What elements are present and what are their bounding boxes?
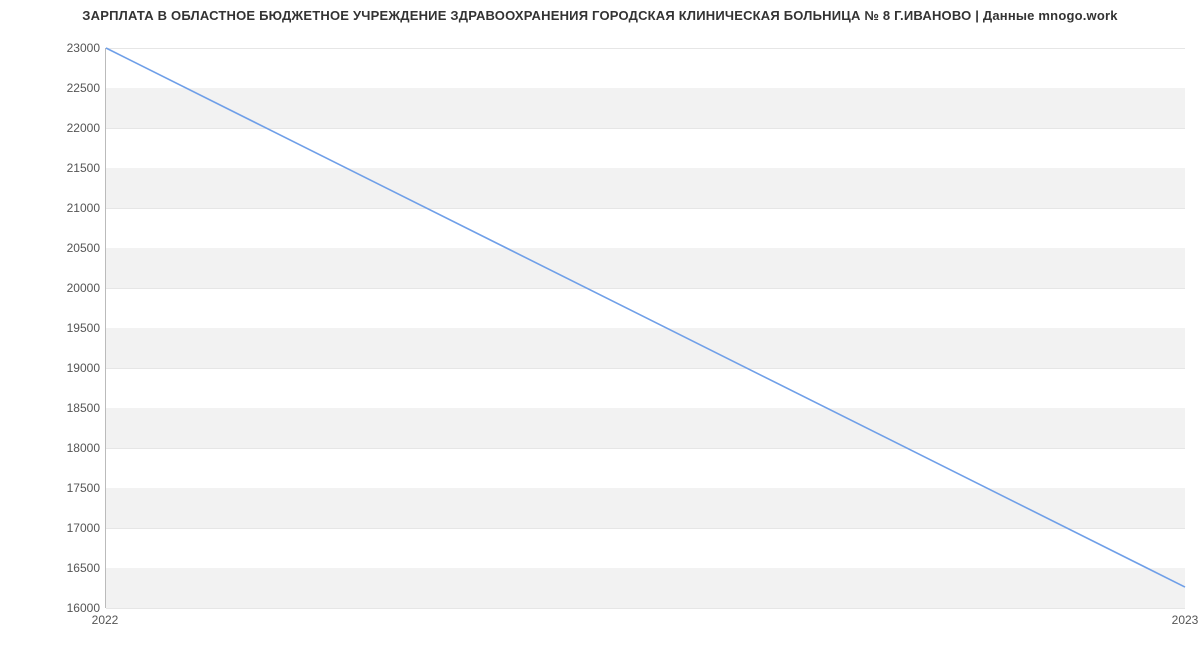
y-tick-label: 23000 xyxy=(10,41,100,55)
plot-area xyxy=(105,48,1185,608)
y-tick-label: 18000 xyxy=(10,441,100,455)
series-line xyxy=(106,48,1185,587)
chart-title: ЗАРПЛАТА В ОБЛАСТНОЕ БЮДЖЕТНОЕ УЧРЕЖДЕНИ… xyxy=(0,8,1200,23)
y-tick-label: 17500 xyxy=(10,481,100,495)
y-tick-label: 17000 xyxy=(10,521,100,535)
y-tick-label: 22500 xyxy=(10,81,100,95)
y-tick-label: 16000 xyxy=(10,601,100,615)
y-tick-label: 21000 xyxy=(10,201,100,215)
y-tick-label: 19500 xyxy=(10,321,100,335)
x-tick-label: 2022 xyxy=(92,613,119,627)
x-tick-label: 2023 xyxy=(1172,613,1199,627)
y-tick-label: 19000 xyxy=(10,361,100,375)
y-tick-label: 22000 xyxy=(10,121,100,135)
chart-container: ЗАРПЛАТА В ОБЛАСТНОЕ БЮДЖЕТНОЕ УЧРЕЖДЕНИ… xyxy=(0,0,1200,650)
y-tick-label: 20500 xyxy=(10,241,100,255)
y-tick-label: 18500 xyxy=(10,401,100,415)
y-tick-label: 16500 xyxy=(10,561,100,575)
grid-line xyxy=(106,608,1185,609)
series-layer xyxy=(106,48,1185,607)
y-tick-label: 20000 xyxy=(10,281,100,295)
y-tick-label: 21500 xyxy=(10,161,100,175)
